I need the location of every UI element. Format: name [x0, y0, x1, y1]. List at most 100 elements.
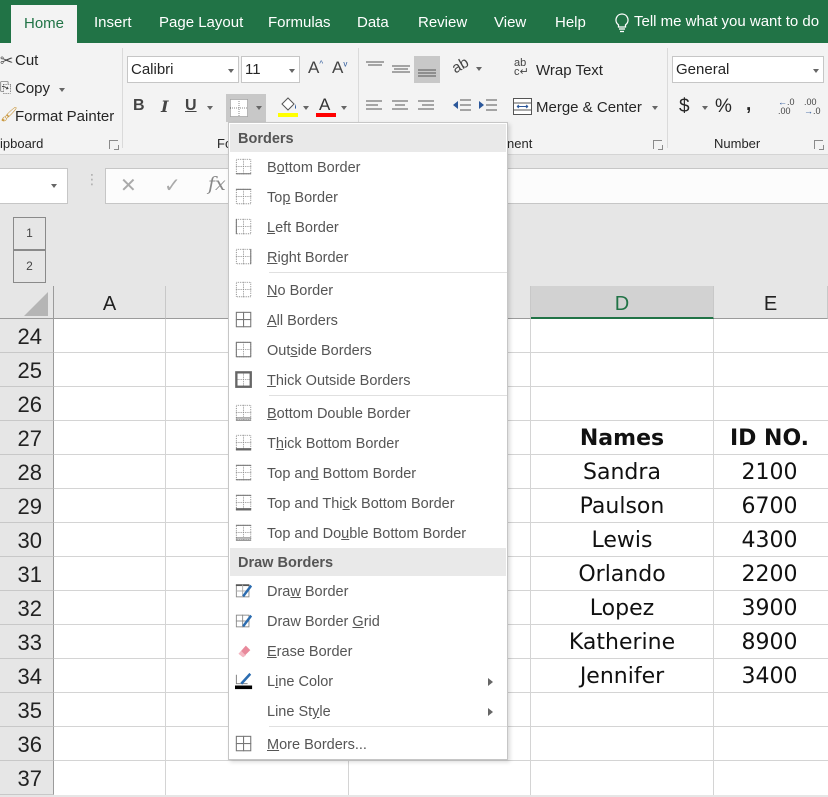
fill-color-caret[interactable] [303, 106, 309, 110]
comma-style-button[interactable]: , [746, 94, 751, 116]
table-cell-name[interactable]: Katherine [531, 625, 713, 659]
menu-item-outside-borders[interactable]: Outside Borders [229, 336, 507, 366]
enter-icon[interactable]: ✓ [164, 173, 181, 198]
italic-button[interactable]: I [161, 97, 168, 116]
number-format-combo[interactable]: General [672, 56, 824, 83]
menu-item-thick-outside-borders[interactable]: Thick Outside Borders [229, 366, 507, 396]
menu-item-top-and-thick-bottom-border[interactable]: Top and Thick Bottom Border [229, 489, 507, 519]
outline-level-2-button[interactable]: 2 [13, 250, 46, 283]
fill-color-icon[interactable] [278, 94, 300, 118]
copy-dropdown-caret[interactable] [59, 88, 65, 92]
align-left-icon[interactable] [366, 100, 384, 114]
menu-item-draw-border[interactable]: Draw Border [229, 577, 507, 607]
table-cell-id[interactable]: 8900 [714, 625, 825, 659]
align-center-icon[interactable] [392, 100, 410, 114]
column-header-d[interactable]: D [531, 286, 714, 319]
menu-item-top-and-bottom-border[interactable]: Top and Bottom Border [229, 459, 507, 489]
menu-item-right-border[interactable]: Right Border [229, 243, 507, 273]
cancel-icon[interactable]: ✕ [120, 173, 137, 198]
table-cell-name[interactable]: Paulson [531, 489, 713, 523]
top-align-icon[interactable] [366, 61, 384, 75]
menu-item-left-border[interactable]: Left Border [229, 213, 507, 243]
row-header[interactable]: 29 [0, 489, 54, 523]
tab-home[interactable]: Home [11, 5, 78, 43]
name-box[interactable] [0, 168, 68, 204]
bottom-align-button[interactable] [414, 56, 440, 83]
font-name-combo[interactable]: Calibri [127, 56, 239, 83]
table-cell-name[interactable]: Sandra [531, 455, 713, 489]
table-cell-name[interactable]: Lopez [531, 591, 713, 625]
tab-data[interactable]: Data [357, 0, 389, 43]
increase-font-size-icon[interactable]: A^ [308, 58, 323, 78]
menu-item-all-borders[interactable]: All Borders [229, 306, 507, 336]
format-painter-button[interactable]: Format Painter [15, 108, 114, 125]
copy-button[interactable]: Copy [15, 80, 50, 97]
font-color-icon[interactable]: A [316, 94, 338, 118]
menu-item-line-style[interactable]: Line Style [229, 697, 507, 727]
bold-button[interactable]: B [133, 97, 145, 115]
table-cell-name[interactable]: Orlando [531, 557, 713, 591]
align-right-icon[interactable] [418, 100, 436, 114]
percent-button[interactable]: % [715, 96, 732, 118]
increase-decimal-icon[interactable]: ←.0.00 [778, 98, 795, 116]
row-header[interactable]: 27 [0, 421, 54, 455]
decrease-font-size-icon[interactable]: Av [332, 58, 347, 78]
row-header[interactable]: 26 [0, 387, 54, 421]
table-cell-id[interactable]: 4300 [714, 523, 825, 557]
drag-handle-icon[interactable]: ⋮ [85, 172, 99, 186]
row-header[interactable]: 36 [0, 727, 54, 761]
row-header[interactable]: 28 [0, 455, 54, 489]
row-header[interactable]: 24 [0, 319, 54, 353]
font-size-combo[interactable]: 11 [241, 56, 300, 83]
cut-button[interactable]: Cut [15, 52, 38, 69]
merge-center-button[interactable]: Merge & Center [536, 99, 642, 116]
table-header-id[interactable]: ID NO. [714, 421, 825, 455]
tab-view[interactable]: View [494, 0, 526, 43]
table-cell-id[interactable]: 6700 [714, 489, 825, 523]
insert-function-icon[interactable]: fx [208, 173, 226, 195]
column-header-e[interactable]: E [714, 286, 828, 319]
row-header[interactable]: 25 [0, 353, 54, 387]
number-launcher[interactable] [814, 140, 824, 150]
row-header[interactable]: 34 [0, 659, 54, 693]
table-header-names[interactable]: Names [531, 421, 713, 455]
tell-me-search[interactable]: Tell me what you want to do [614, 0, 819, 43]
menu-item-top-and-double-bottom-border[interactable]: Top and Double Bottom Border [229, 519, 507, 549]
menu-item-erase-border[interactable]: Erase Border [229, 637, 507, 667]
row-header[interactable]: 35 [0, 693, 54, 727]
currency-button[interactable]: $ [679, 96, 690, 118]
tab-formulas[interactable]: Formulas [268, 0, 331, 43]
row-header[interactable]: 31 [0, 557, 54, 591]
merge-center-caret[interactable] [652, 106, 658, 110]
alignment-launcher[interactable] [653, 140, 663, 150]
table-cell-id[interactable]: 2200 [714, 557, 825, 591]
menu-item-line-color[interactable]: Line Color [229, 667, 507, 697]
menu-item-draw-border-grid[interactable]: Draw Border Grid [229, 607, 507, 637]
tab-help[interactable]: Help [555, 0, 586, 43]
underline-dropdown-caret[interactable] [207, 106, 213, 110]
decrease-decimal-icon[interactable]: .00 →.0 [804, 98, 821, 116]
menu-item-more-borders[interactable]: More Borders... [229, 730, 507, 760]
table-cell-name[interactable]: Lewis [531, 523, 713, 557]
menu-item-bottom-border[interactable]: Bottom Border [229, 153, 507, 183]
tab-insert[interactable]: Insert [94, 0, 132, 43]
font-color-caret[interactable] [341, 106, 347, 110]
orientation-icon[interactable]: ab [449, 54, 472, 77]
decrease-indent-icon[interactable] [452, 98, 472, 114]
table-cell-id[interactable]: 3900 [714, 591, 825, 625]
middle-align-icon[interactable] [392, 63, 410, 77]
column-header-a[interactable]: A [54, 286, 166, 319]
menu-item-thick-bottom-border[interactable]: Thick Bottom Border [229, 429, 507, 459]
row-header[interactable]: 32 [0, 591, 54, 625]
borders-button[interactable] [226, 94, 266, 122]
clipboard-launcher[interactable] [109, 140, 119, 150]
table-cell-id[interactable]: 2100 [714, 455, 825, 489]
row-header[interactable]: 37 [0, 761, 54, 795]
row-header[interactable]: 33 [0, 625, 54, 659]
menu-item-bottom-double-border[interactable]: Bottom Double Border [229, 399, 507, 429]
underline-button[interactable]: U [185, 97, 197, 115]
menu-item-top-border[interactable]: Top Border [229, 183, 507, 213]
menu-item-no-border[interactable]: No Border [229, 276, 507, 306]
increase-indent-icon[interactable] [478, 98, 498, 114]
currency-caret[interactable] [702, 106, 708, 110]
